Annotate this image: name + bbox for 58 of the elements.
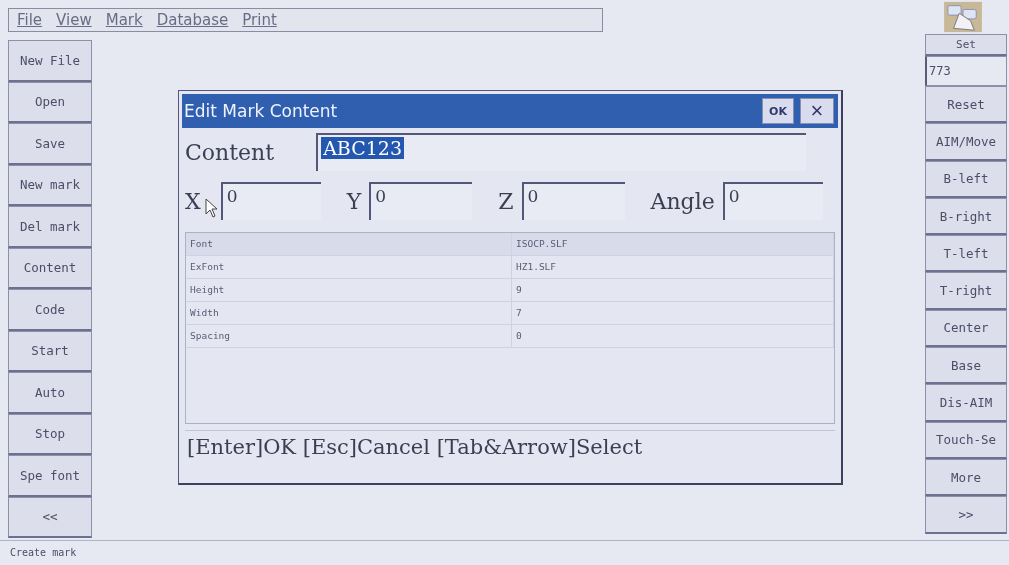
- property-name: Width: [186, 302, 512, 324]
- content-field[interactable]: ABC123: [316, 133, 807, 171]
- side-button[interactable]: New File: [8, 40, 92, 82]
- content-label: Content: [185, 139, 275, 165]
- coord-field[interactable]: 0: [369, 182, 473, 220]
- property-name: Spacing: [186, 325, 512, 347]
- menu-item[interactable]: Database: [156, 11, 229, 29]
- dialog-title: Edit Mark Content: [184, 101, 339, 121]
- set-button[interactable]: Set: [925, 34, 1007, 56]
- coord-field[interactable]: 0: [220, 182, 321, 220]
- side-button[interactable]: B-right: [925, 197, 1007, 236]
- close-button[interactable]: ×: [800, 98, 834, 124]
- property-name: Height: [186, 279, 512, 301]
- property-name: Font: [186, 233, 512, 255]
- side-button[interactable]: Start: [8, 330, 92, 372]
- menu-item[interactable]: Mark: [105, 11, 143, 29]
- coord-label: Angle: [650, 188, 715, 214]
- side-button[interactable]: New mark: [8, 164, 92, 206]
- property-name: ExFont: [186, 256, 512, 278]
- menu-item[interactable]: File: [17, 11, 43, 29]
- coord-label: X: [185, 188, 201, 214]
- side-button[interactable]: Base: [925, 347, 1007, 385]
- side-button[interactable]: Touch-Se: [925, 421, 1007, 459]
- status-bar: Create mark: [0, 540, 1009, 565]
- side-button[interactable]: Center: [925, 309, 1007, 348]
- side-button[interactable]: T-right: [925, 272, 1007, 310]
- side-button[interactable]: Content: [8, 247, 92, 289]
- side-button[interactable]: Auto: [8, 372, 92, 414]
- property-value: ISOCP.SLF: [512, 233, 834, 255]
- side-button[interactable]: Stop: [8, 413, 92, 455]
- side-button[interactable]: AIM/Move: [925, 123, 1007, 161]
- side-button[interactable]: B-left: [925, 160, 1007, 198]
- coord-field[interactable]: 0: [521, 182, 625, 220]
- content-value: ABC123: [321, 137, 404, 159]
- side-button[interactable]: Code: [8, 289, 92, 331]
- ok-button[interactable]: OK: [762, 98, 794, 124]
- side-button[interactable]: <<: [8, 496, 92, 538]
- property-value: 7: [512, 302, 834, 324]
- side-button[interactable]: Dis-AIM: [925, 384, 1007, 422]
- side-button[interactable]: More: [925, 458, 1007, 497]
- pointer-icon: [204, 198, 219, 218]
- side-button[interactable]: Del mark: [8, 206, 92, 248]
- property-value: HZ1.SLF: [512, 256, 834, 278]
- side-button[interactable]: Save: [8, 123, 92, 165]
- menu-item[interactable]: View: [56, 11, 92, 29]
- menu-item[interactable]: Print: [242, 11, 277, 29]
- side-button[interactable]: Spe font: [8, 455, 92, 497]
- side-button[interactable]: T-left: [925, 235, 1007, 273]
- coord-label: Y: [346, 188, 362, 214]
- coord-field[interactable]: 0: [722, 182, 823, 220]
- side-button[interactable]: Reset: [925, 86, 1007, 124]
- side-button[interactable]: Open: [8, 81, 92, 123]
- value-field[interactable]: 773: [925, 56, 1007, 86]
- side-button[interactable]: >>: [925, 496, 1007, 534]
- property-value: 0: [512, 325, 834, 347]
- key-hint: [Enter]OK [Esc]Cancel [Tab&Arrow]Select: [185, 430, 835, 459]
- property-value: 9: [512, 279, 834, 301]
- coord-label: Z: [498, 188, 514, 214]
